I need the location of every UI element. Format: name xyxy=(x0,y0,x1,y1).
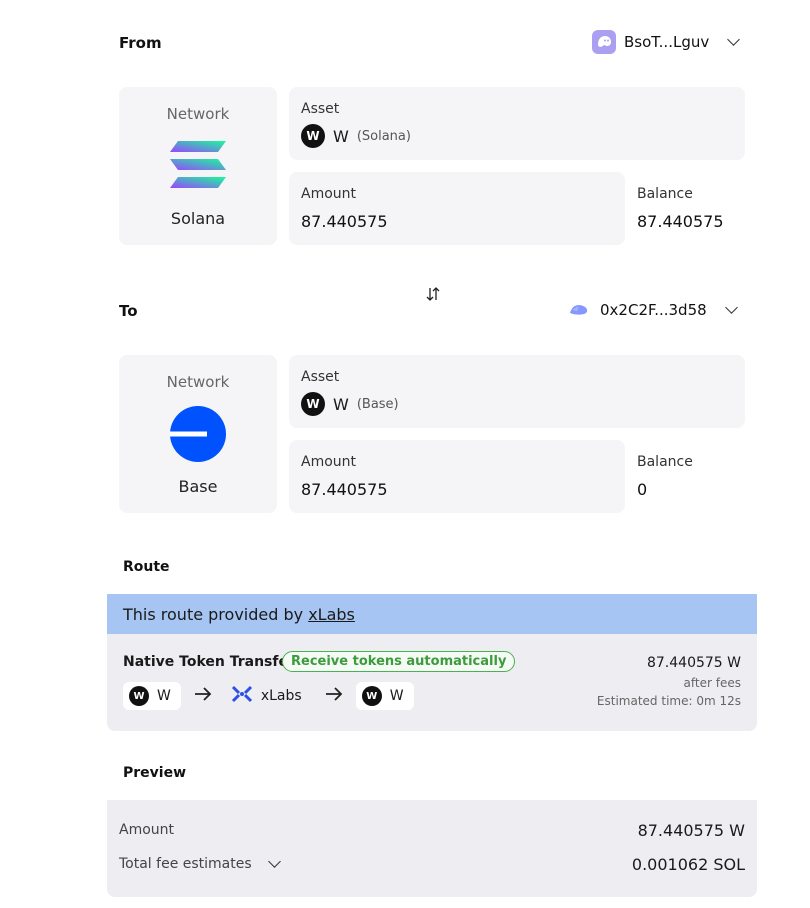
to-amount-label: Amount xyxy=(301,454,357,470)
to-asset-symbol: W xyxy=(333,394,349,414)
from-amount-label: Amount xyxy=(301,186,357,202)
preview-amount-label: Amount xyxy=(119,822,175,838)
arrow-right-icon xyxy=(193,686,213,707)
to-asset-value: W W (Base) xyxy=(301,392,399,416)
w-token-icon: W xyxy=(361,686,382,706)
route-provider-banner: This route provided by xLabs xyxy=(107,594,757,634)
to-wallet-address: 0x2C2F...3d58 xyxy=(600,301,707,319)
route-step-label: W xyxy=(389,688,404,704)
to-asset-chain: (Base) xyxy=(356,396,399,412)
to-network-label: Network xyxy=(166,373,230,391)
w-token-icon: W xyxy=(129,686,149,706)
route-eta: Estimated time: 0m 12s xyxy=(596,694,741,708)
to-wallet-selector[interactable]: 0x2C2F...3d58 xyxy=(568,298,738,322)
to-balance-value: 0 xyxy=(637,480,648,499)
route-step-bridge: xLabs xyxy=(225,681,312,711)
chevron-down-icon xyxy=(727,33,741,46)
route-name: Native Token Transfer xyxy=(123,654,295,670)
fee-estimates-value: 0.001062 SOL xyxy=(631,855,745,874)
fee-estimates-toggle[interactable]: Total fee estimates xyxy=(119,855,281,872)
fee-estimates-label: Total fee estimates xyxy=(119,856,252,872)
from-asset-label: Asset xyxy=(301,101,340,117)
to-amount-value: 87.440575 xyxy=(301,480,388,499)
to-amount-card: Amount 87.440575 xyxy=(289,440,625,513)
arrow-right-icon xyxy=(324,686,344,707)
to-network-card[interactable]: Network Base xyxy=(119,355,277,513)
xlabs-link[interactable]: xLabs xyxy=(308,605,355,624)
chevron-down-icon xyxy=(267,855,281,868)
route-label: Route xyxy=(123,559,170,575)
to-balance-label: Balance xyxy=(637,454,693,470)
xlabs-icon xyxy=(231,685,253,707)
from-amount-card[interactable]: Amount 87.440575 xyxy=(289,172,625,245)
from-wallet-selector[interactable]: BsoT...Lguv xyxy=(592,30,741,54)
route-after-fees: after fees xyxy=(683,676,741,690)
from-network-card[interactable]: Network Solana xyxy=(119,87,277,245)
auto-receive-badge: Receive tokens automatically xyxy=(282,651,516,672)
route-amount: 87.440575 W xyxy=(646,655,741,671)
to-asset-card[interactable]: Asset W W (Base) xyxy=(289,355,745,428)
swap-direction-icon[interactable] xyxy=(424,285,442,307)
route-provided-by-text: This route provided by xyxy=(123,605,309,624)
from-label: From xyxy=(119,34,162,52)
from-asset-value: W W (Solana) xyxy=(301,124,411,148)
route-step-destination-token: W W xyxy=(355,682,414,710)
preview-amount-value: 87.440575 W xyxy=(637,821,745,840)
w-token-icon: W xyxy=(301,392,325,416)
route-step-source-token: W W xyxy=(123,682,181,710)
to-network-name: Base xyxy=(178,477,218,496)
route-card[interactable]: This route provided by xLabs Native Toke… xyxy=(107,594,757,731)
from-wallet-address: BsoT...Lguv xyxy=(624,33,710,51)
from-network-name: Solana xyxy=(170,209,226,228)
route-steps: W W xLabs W W xyxy=(123,681,414,711)
base-icon xyxy=(170,406,226,466)
solana-icon xyxy=(170,141,226,193)
chevron-down-icon xyxy=(724,301,738,314)
to-asset-label: Asset xyxy=(301,369,340,385)
to-label: To xyxy=(119,302,138,320)
from-asset-chain: (Solana) xyxy=(356,128,411,144)
rabby-wallet-icon xyxy=(568,298,590,322)
preview-label: Preview xyxy=(123,765,187,781)
from-network-label: Network xyxy=(166,105,230,123)
route-step-label: xLabs xyxy=(260,688,302,704)
from-balance-label: Balance xyxy=(637,186,693,202)
from-balance-value: 87.440575 xyxy=(637,212,724,231)
phantom-wallet-icon xyxy=(592,30,616,54)
preview-card: Amount 87.440575 W Total fee estimates 0… xyxy=(107,800,757,897)
from-amount-input[interactable]: 87.440575 xyxy=(301,212,388,231)
from-asset-card[interactable]: Asset W W (Solana) xyxy=(289,87,745,160)
from-asset-symbol: W xyxy=(333,126,349,146)
route-step-label: W xyxy=(157,688,171,704)
w-token-icon: W xyxy=(301,124,325,148)
